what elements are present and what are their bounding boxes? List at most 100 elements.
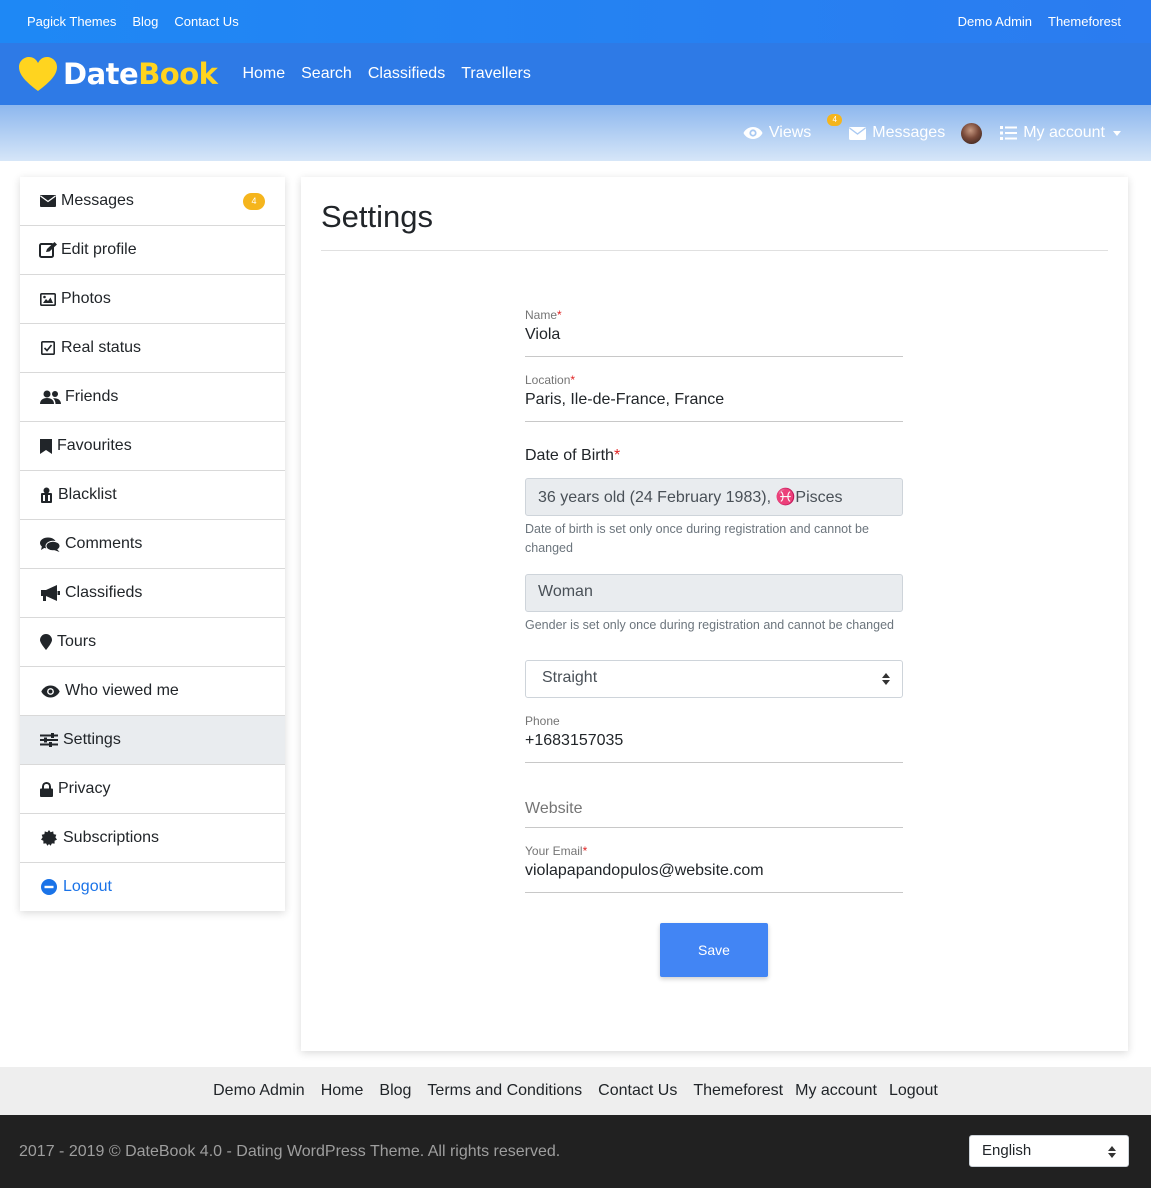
gender-readonly-field: Woman	[525, 574, 903, 612]
gender-help-text: Gender is set only once during registrat…	[525, 618, 894, 632]
select-arrows-icon	[882, 673, 890, 685]
email-label: Your Email*	[525, 844, 588, 858]
website-field[interactable]: Website	[525, 800, 903, 828]
top-bar-right: Demo Admin Themeforest	[942, 13, 1121, 31]
nav-travellers[interactable]: Travellers	[461, 65, 531, 82]
eye-icon	[743, 127, 763, 139]
users-icon	[39, 389, 61, 405]
views-label: Views	[768, 124, 812, 141]
nav-search[interactable]: Search	[301, 65, 352, 82]
sidebar-item-messages[interactable]: Messages 4	[20, 177, 285, 226]
pisces-icon: ♓	[775, 489, 796, 506]
sidebar-item-tours[interactable]: Tours	[20, 618, 285, 667]
logo-text-date: Date	[63, 57, 139, 91]
location-field[interactable]: Location* Paris, Ile-de-France, France	[525, 373, 903, 422]
email-field[interactable]: Your Email* violapapandopulos@website.co…	[525, 844, 903, 893]
dob-help-text: Date of birth is set only once during re…	[525, 522, 869, 555]
sidebar-item-label: Favourites	[57, 437, 132, 454]
location-input[interactable]: Paris, Ile-de-France, France	[525, 391, 903, 409]
sidebar-item-classifieds[interactable]: Classifieds	[20, 569, 285, 618]
phone-input[interactable]: +1683157035	[525, 732, 903, 750]
top-link-demo-admin[interactable]: Demo Admin	[958, 14, 1032, 29]
lock-icon	[39, 781, 54, 797]
footer-link-logout[interactable]: Logout	[889, 1082, 938, 1100]
footer-link-terms[interactable]: Terms and Conditions	[427, 1082, 582, 1100]
minus-circle-icon	[39, 879, 59, 895]
footer-link-contact-us[interactable]: Contact Us	[598, 1082, 677, 1100]
sidebar-item-settings[interactable]: Settings	[20, 716, 285, 765]
blacklist-icon	[39, 487, 54, 503]
edit-icon	[39, 242, 57, 258]
top-link-blog[interactable]: Blog	[132, 14, 158, 29]
top-link-pagick-themes[interactable]: Pagick Themes	[27, 14, 116, 29]
top-bar: Pagick Themes Blog Contact Us Demo Admin Th…	[0, 0, 1151, 43]
sidebar-item-real-status[interactable]: Real status	[20, 324, 285, 373]
copyright-text: 2017 - 2019 © DateBook 4.0 - Dating Word…	[19, 1143, 561, 1160]
sidebar-item-favourites[interactable]: Favourites	[20, 422, 285, 471]
footer: 2017 - 2019 © DateBook 4.0 - Dating Word…	[0, 1115, 1151, 1188]
dob-label: Date of Birth*	[525, 447, 621, 464]
sidebar-item-label: Settings	[63, 731, 121, 748]
top-bar-left: Pagick Themes Blog Contact Us	[27, 13, 255, 31]
nav-classifieds[interactable]: Classifieds	[368, 65, 445, 82]
sidebar-item-logout[interactable]: Logout	[20, 863, 285, 911]
sidebar-item-label: Logout	[63, 878, 112, 895]
nav-home[interactable]: Home	[242, 65, 285, 82]
orientation-select[interactable]: Straight	[525, 660, 903, 698]
sidebar-item-subscriptions[interactable]: Subscriptions	[20, 814, 285, 863]
sidebar-item-label: Messages	[61, 192, 134, 209]
avatar[interactable]	[961, 122, 983, 144]
comments-icon	[39, 536, 61, 552]
language-select[interactable]: English	[969, 1135, 1129, 1167]
phone-label: Phone	[525, 714, 560, 728]
email-input[interactable]: violapapandopulos@website.com	[525, 862, 903, 880]
phone-field[interactable]: Phone +1683157035	[525, 714, 903, 763]
envelope-icon	[849, 126, 867, 140]
image-icon	[39, 291, 57, 307]
list-icon	[1000, 126, 1018, 140]
save-button[interactable]: Save	[660, 923, 768, 977]
footer-link-demo-admin[interactable]: Demo Admin	[213, 1082, 305, 1100]
sidebar-item-label: Classifieds	[65, 584, 143, 601]
my-account-dropdown[interactable]: My account	[1000, 124, 1121, 142]
name-field[interactable]: Name* Viola	[525, 308, 903, 357]
sidebar-item-edit-profile[interactable]: Edit profile	[20, 226, 285, 275]
name-input[interactable]: Viola	[525, 326, 903, 344]
select-arrows-icon	[1108, 1146, 1116, 1158]
messages-link[interactable]: 4 Messages	[827, 114, 946, 142]
sliders-icon	[39, 732, 59, 748]
user-toolbar: Views 4 Messages My account	[0, 105, 1151, 161]
footer-link-home[interactable]: Home	[321, 1082, 364, 1100]
footer-link-themeforest[interactable]: Themeforest	[693, 1082, 783, 1100]
footer-link-blog[interactable]: Blog	[379, 1082, 411, 1100]
sidebar-item-privacy[interactable]: Privacy	[20, 765, 285, 814]
top-link-themeforest[interactable]: Themeforest	[1048, 14, 1121, 29]
sidebar-item-who-viewed-me[interactable]: Who viewed me	[20, 667, 285, 716]
sidebar-item-label: Subscriptions	[63, 829, 160, 846]
messages-count-badge: 4	[827, 114, 843, 126]
sidebar-item-friends[interactable]: Friends	[20, 373, 285, 422]
sidebar-item-label: Photos	[61, 290, 111, 307]
logo[interactable]: Date Book	[18, 56, 218, 92]
logo-text-book: Book	[138, 57, 218, 91]
footer-link-my-account[interactable]: My account	[795, 1082, 877, 1100]
sidebar-item-label: Comments	[65, 535, 143, 552]
website-input[interactable]: Website	[525, 800, 903, 818]
megaphone-icon	[39, 585, 61, 601]
main-header: Date Book Home Search Classifieds Travellers	[0, 43, 1151, 105]
messages-label: Messages	[872, 124, 946, 141]
certificate-icon	[39, 830, 59, 846]
footer-nav: Demo Admin Home Blog Terms and Conditions Co…	[0, 1067, 1151, 1115]
sidebar-item-label: Privacy	[58, 780, 111, 797]
sidebar-item-blacklist[interactable]: Blacklist	[20, 471, 285, 520]
sidebar-item-label: Tours	[57, 633, 97, 650]
page-title: Settings	[321, 199, 434, 234]
top-link-contact-us[interactable]: Contact Us	[174, 14, 238, 29]
sidebar-item-label: Blacklist	[58, 486, 117, 503]
sidebar-menu: Messages 4 Edit profile Photos Real stat…	[20, 177, 285, 911]
eye-icon	[39, 683, 61, 699]
sidebar-item-comments[interactable]: Comments	[20, 520, 285, 569]
sidebar-item-photos[interactable]: Photos	[20, 275, 285, 324]
my-account-label: My account	[1023, 124, 1105, 141]
views-link[interactable]: Views	[743, 124, 811, 142]
